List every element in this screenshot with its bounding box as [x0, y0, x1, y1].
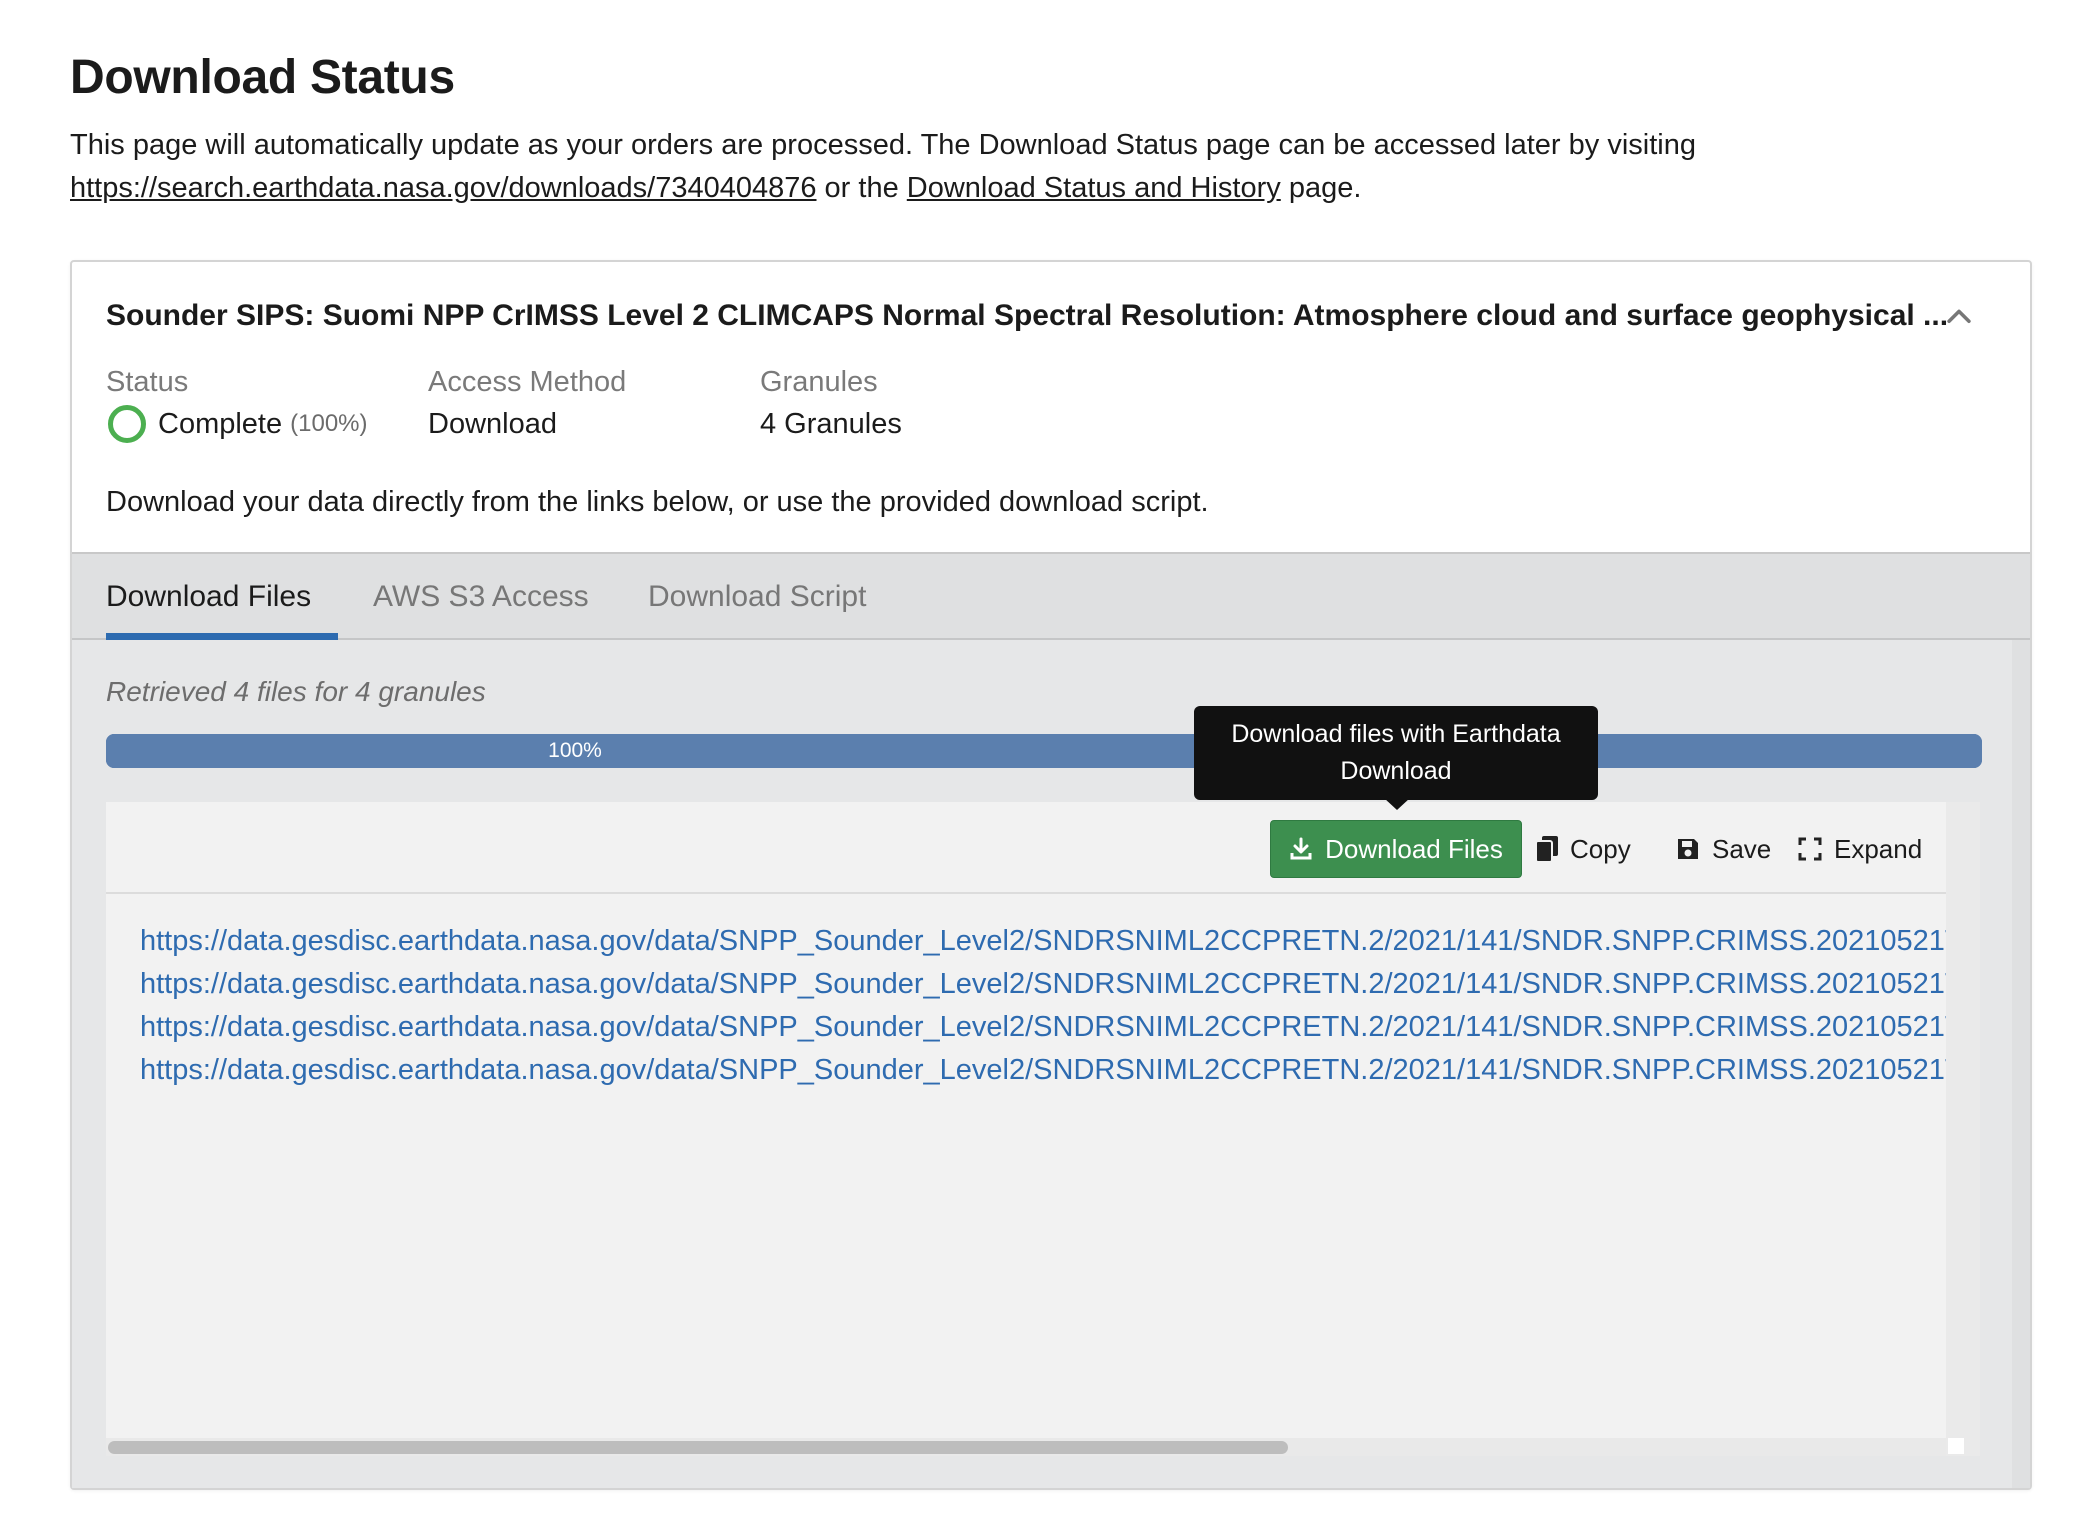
scroll-corner — [1948, 1438, 1964, 1454]
access-method-label: Access Method — [428, 366, 627, 398]
intro-text: This page will automatically update as y… — [70, 124, 2030, 210]
intro-or-the: or the — [816, 172, 907, 204]
expand-button[interactable]: Expand — [1798, 820, 1922, 878]
horizontal-scrollbar[interactable] — [106, 1438, 1946, 1456]
progress-label: 100% — [548, 739, 602, 762]
tabs-area: Download Files AWS S3 Access Download Sc… — [72, 552, 2030, 1488]
expand-icon — [1798, 837, 1822, 861]
download-history-link[interactable]: Download Status and History — [907, 172, 1281, 204]
retrieved-files-text: Retrieved 4 files for 4 granules — [106, 676, 486, 707]
granules-value: 4 Granules — [760, 408, 902, 440]
horizontal-scrollbar-thumb[interactable] — [108, 1441, 1288, 1454]
save-button[interactable]: Save — [1676, 820, 1771, 878]
vertical-scrollbar[interactable] — [1946, 802, 1980, 1456]
intro-suffix: page. — [1280, 172, 1362, 204]
links-text-window: Download Files Copy Save Expand https://… — [106, 802, 1980, 1456]
status-complete-icon — [108, 405, 146, 443]
download-tooltip: Download files with Earthdata Download — [1194, 706, 1598, 800]
download-links-list: https://data.gesdisc.earthdata.nasa.gov/… — [140, 920, 1946, 1092]
status-label: Status — [106, 366, 189, 398]
save-label: Save — [1712, 833, 1772, 864]
progress-bar: 100% — [106, 734, 1982, 768]
tooltip-line-2: Download — [1340, 757, 1452, 785]
access-method-value: Download — [428, 408, 557, 440]
download-link[interactable]: https://data.gesdisc.earthdata.nasa.gov/… — [140, 1049, 1946, 1092]
access-method-column: Access Method Download — [428, 362, 626, 446]
order-meta: Status Complete (100%) Access Method Dow… — [106, 362, 1106, 452]
tab-bar: Download Files AWS S3 Access Download Sc… — [72, 554, 2030, 640]
save-icon — [1678, 839, 1698, 859]
tab-download-files[interactable]: Download Files — [106, 554, 338, 640]
copy-label: Copy — [1570, 833, 1631, 864]
tab-download-script[interactable]: Download Script — [648, 554, 866, 640]
granules-column: Granules 4 Granules — [760, 362, 902, 446]
download-link[interactable]: https://data.gesdisc.earthdata.nasa.gov/… — [140, 1006, 1946, 1049]
links-toolbar: Download Files Copy Save Expand — [106, 802, 1964, 894]
download-instructions: Download your data directly from the lin… — [106, 486, 1209, 518]
tooltip-line-1: Download files with Earthdata — [1231, 720, 1561, 748]
order-header[interactable]: Sounder SIPS: Suomi NPP CrIMSS Level 2 C… — [106, 292, 1986, 342]
page-container: Download Status This page will automatic… — [70, 48, 2030, 210]
download-url-link[interactable]: https://search.earthdata.nasa.gov/downlo… — [70, 172, 817, 204]
download-link[interactable]: https://data.gesdisc.earthdata.nasa.gov/… — [140, 920, 1946, 963]
order-card: Sounder SIPS: Suomi NPP CrIMSS Level 2 C… — [70, 260, 2032, 1490]
expand-label: Expand — [1834, 833, 1923, 864]
status-text: Complete — [158, 408, 283, 440]
order-title: Sounder SIPS: Suomi NPP CrIMSS Level 2 C… — [106, 299, 1949, 332]
status-column: Status Complete (100%) — [106, 362, 368, 446]
chevron-up-icon[interactable] — [1942, 300, 1976, 334]
page-title: Download Status — [70, 51, 455, 104]
download-files-label: Download Files — [1325, 833, 1503, 864]
status-percent: (100%) — [290, 410, 368, 437]
intro-text-lead: This page will automatically update as y… — [70, 129, 1696, 161]
granules-label: Granules — [760, 366, 878, 398]
download-files-panel: Retrieved 4 files for 4 granules 100% Do… — [72, 640, 2012, 1488]
download-icon — [1290, 837, 1312, 860]
status-value: Complete (100%) — [106, 402, 368, 446]
tooltip-arrow — [1384, 798, 1410, 810]
copy-icon — [1536, 836, 1558, 862]
tab-aws-s3-access[interactable]: AWS S3 Access — [373, 554, 589, 640]
copy-button[interactable]: Copy — [1536, 820, 1631, 878]
download-files-button[interactable]: Download Files — [1270, 820, 1522, 878]
download-link[interactable]: https://data.gesdisc.earthdata.nasa.gov/… — [140, 963, 1946, 1006]
